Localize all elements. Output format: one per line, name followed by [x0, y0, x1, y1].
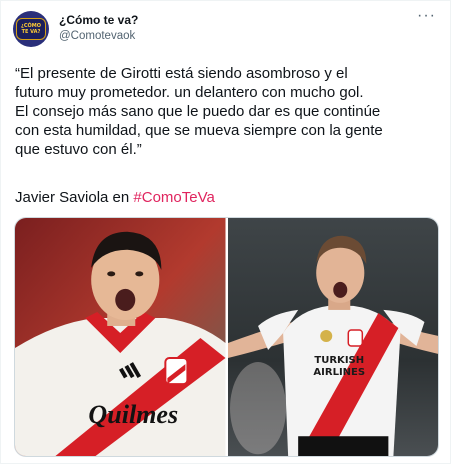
- photo-left-image: Quilmes: [15, 218, 226, 456]
- media-grid[interactable]: Quilmes TURKISH AIRLINES: [14, 217, 439, 457]
- tweet-text-line: con esta humildad, que se mueva siempre …: [15, 122, 383, 139]
- avatar[interactable]: ¿CÓMO TE VA?: [13, 11, 49, 47]
- photo-right-image: TURKISH AIRLINES: [227, 218, 438, 456]
- right-sponsor-line2: AIRLINES: [313, 367, 365, 378]
- hashtag-link[interactable]: #ComoTeVa: [133, 189, 214, 206]
- avatar-logo-text-2: TE VA?: [21, 29, 41, 35]
- user-handle[interactable]: @Comotevaok: [59, 30, 135, 42]
- attribution-text: Javier Saviola en: [15, 189, 134, 206]
- avatar-logo: ¿CÓMO TE VA?: [16, 18, 46, 40]
- tweet-text-line: futuro muy prometedor. un delantero con …: [15, 84, 364, 101]
- right-sponsor-line1: TURKISH: [314, 355, 364, 366]
- tweet-text-line: El consejo más sano que le puedo dar es …: [15, 103, 381, 120]
- tweet-text-line: “El presente de Girotti está siendo asom…: [15, 65, 348, 82]
- tweet-card[interactable]: ¿CÓMO TE VA? ¿Cómo te va? @Comotevaok ··…: [0, 0, 451, 464]
- display-name[interactable]: ¿Cómo te va?: [59, 13, 138, 27]
- more-horizontal-icon[interactable]: ···: [417, 7, 436, 25]
- left-sponsor-text: Quilmes: [88, 400, 178, 429]
- attribution-line: Javier Saviola en #ComoTeVa: [15, 188, 215, 207]
- photo-left[interactable]: Quilmes: [15, 218, 226, 456]
- tweet-text: “El presente de Girotti está siendo asom…: [15, 64, 440, 159]
- photo-right[interactable]: TURKISH AIRLINES: [227, 218, 438, 456]
- tweet-text-line: que estuvo con él.”: [15, 141, 142, 158]
